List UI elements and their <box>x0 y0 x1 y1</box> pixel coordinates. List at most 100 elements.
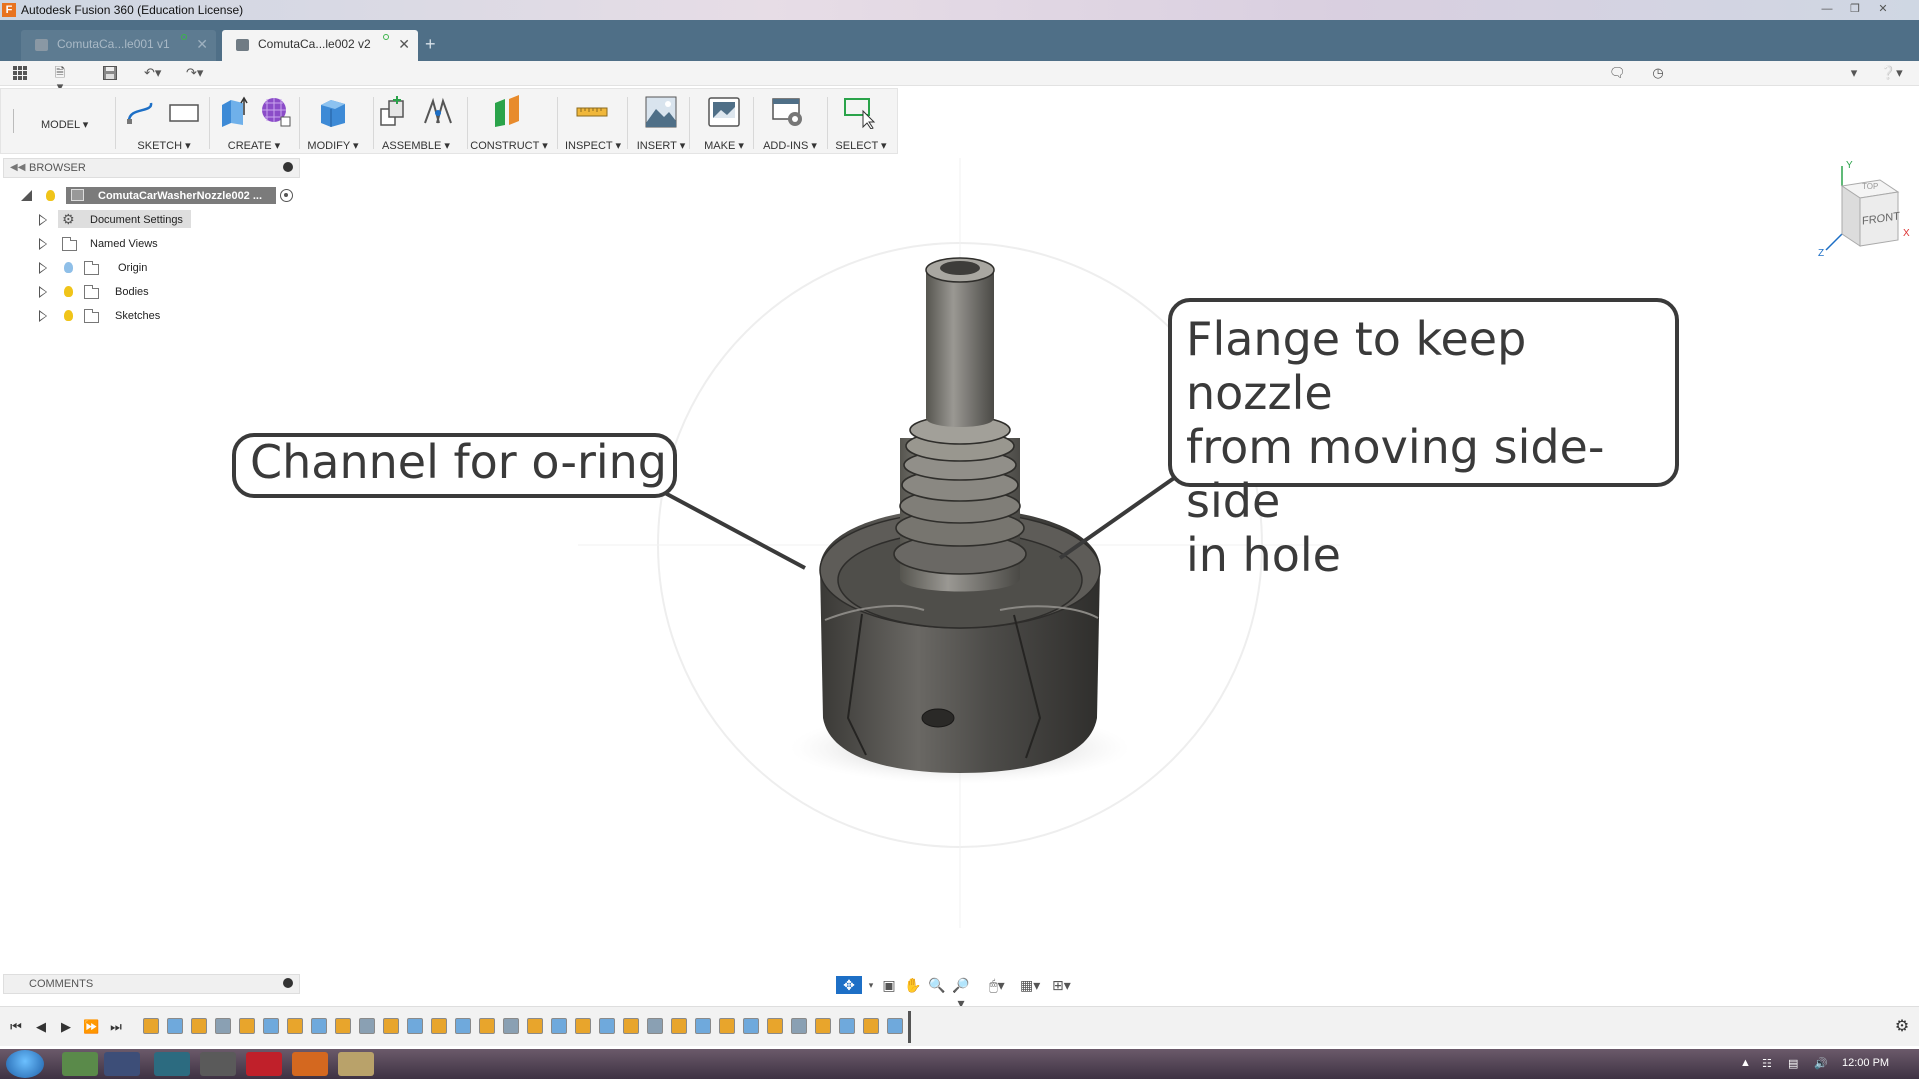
timeline-feature-icon[interactable] <box>527 1018 543 1034</box>
close-window-icon[interactable]: ✕ <box>1874 2 1892 16</box>
undo-icon[interactable]: ↶▾ <box>144 66 161 80</box>
view-cube[interactable]: FRONT TOP Y X Z <box>1810 158 1915 263</box>
play-icon[interactable]: ▶ <box>58 1019 74 1035</box>
offset-plane-icon[interactable] <box>491 95 525 129</box>
timeline-feature-icon[interactable] <box>551 1018 567 1034</box>
ribbon-group-modify[interactable]: MODIFY ▾ <box>298 139 368 152</box>
go-to-end-icon[interactable]: ⏭ <box>108 1019 124 1035</box>
tray-volume-icon[interactable]: 🔊 <box>1814 1057 1828 1070</box>
visibility-bulb-icon[interactable] <box>46 190 55 201</box>
timeline-feature-icon[interactable] <box>215 1018 231 1034</box>
visibility-bulb-icon[interactable] <box>64 286 73 297</box>
ribbon-group-insert[interactable]: INSERT ▾ <box>628 139 694 152</box>
model-render[interactable] <box>300 158 1919 958</box>
canvas-viewport[interactable]: Channel for o-ring Flange to keep nozzle… <box>232 158 1919 958</box>
measure-icon[interactable] <box>575 95 609 129</box>
expanded-triangle-icon[interactable] <box>21 190 32 201</box>
timeline-feature-icon[interactable] <box>191 1018 207 1034</box>
new-component-icon[interactable] <box>377 95 411 129</box>
expand-triangle-icon[interactable] <box>39 262 47 274</box>
look-at-icon[interactable]: ▣ <box>880 976 898 994</box>
pan-hand-icon[interactable]: ✋ <box>904 976 922 994</box>
taskbar-app-arduino[interactable] <box>154 1052 190 1076</box>
comments-panel[interactable]: COMMENTS <box>3 974 300 994</box>
timeline-feature-icon[interactable] <box>335 1018 351 1034</box>
scripts-add-ins-icon[interactable] <box>771 95 805 129</box>
timeline-feature-icon[interactable] <box>407 1018 423 1034</box>
timeline-feature-icon[interactable] <box>887 1018 903 1034</box>
ribbon-group-assemble[interactable]: ASSEMBLE ▾ <box>377 139 455 152</box>
notifications-icon[interactable]: 🗨 <box>1609 66 1626 80</box>
timeline-feature-icon[interactable] <box>431 1018 447 1034</box>
user-menu-chevron-icon[interactable]: ▾ <box>1846 66 1862 80</box>
step-forward-icon[interactable]: ⏩ <box>83 1019 99 1035</box>
timeline-feature-icon[interactable] <box>767 1018 783 1034</box>
timeline-feature-icon[interactable] <box>791 1018 807 1034</box>
timeline-feature-icon[interactable] <box>383 1018 399 1034</box>
timeline-feature-icon[interactable] <box>167 1018 183 1034</box>
joint-icon[interactable] <box>421 95 455 129</box>
timeline-feature-icon[interactable] <box>743 1018 759 1034</box>
expand-triangle-icon[interactable] <box>39 310 47 322</box>
orbit-icon[interactable]: ✥ <box>836 976 862 994</box>
visibility-bulb-icon[interactable] <box>64 262 73 273</box>
tray-show-hidden-icon[interactable]: ▲ <box>1740 1057 1751 1069</box>
timeline-feature-icon[interactable] <box>287 1018 303 1034</box>
taskbar-app-explorer[interactable] <box>338 1052 374 1076</box>
expand-triangle-icon[interactable] <box>39 214 47 226</box>
viewports-icon[interactable]: ⊞▾ <box>1052 976 1071 994</box>
tab-document-2[interactable]: ComutaCa...le002 v2 ✕ <box>222 30 418 61</box>
taskbar-app-fusion[interactable] <box>292 1052 328 1076</box>
orbit-dropdown-icon[interactable]: ▾ <box>862 976 880 994</box>
job-status-clock-icon[interactable]: ◷ <box>1650 66 1666 80</box>
go-to-start-icon[interactable]: ⏮ <box>8 1019 24 1035</box>
browser-item-named-views[interactable]: Named Views <box>0 233 300 255</box>
browser-item-document-settings[interactable]: ⚙ Document Settings <box>0 209 300 231</box>
data-panel-grid-icon[interactable] <box>12 66 28 80</box>
timeline-feature-icon[interactable] <box>815 1018 831 1034</box>
ribbon-group-sketch[interactable]: SKETCH ▾ <box>129 139 199 152</box>
display-settings-icon[interactable]: 🖱▾ <box>988 976 1006 994</box>
press-pull-icon[interactable] <box>317 95 351 129</box>
expand-triangle-icon[interactable] <box>39 238 47 250</box>
ribbon-group-select[interactable]: SELECT ▾ <box>826 139 896 152</box>
taskbar-app-vivaldi[interactable] <box>246 1052 282 1076</box>
timeline-feature-icon[interactable] <box>695 1018 711 1034</box>
browser-options-icon[interactable] <box>283 162 293 172</box>
fit-icon[interactable]: 🔎▾ <box>952 976 970 1011</box>
taskbar-app-minecraft[interactable] <box>62 1052 98 1076</box>
timeline-feature-icon[interactable] <box>311 1018 327 1034</box>
start-button[interactable] <box>6 1050 44 1078</box>
ribbon-group-construct[interactable]: CONSTRUCT ▾ <box>469 139 549 152</box>
timeline-feature-icon[interactable] <box>599 1018 615 1034</box>
close-tab-icon[interactable]: ✕ <box>196 30 208 59</box>
select-window-icon[interactable] <box>843 95 877 130</box>
timeline-feature-icon[interactable] <box>671 1018 687 1034</box>
timeline-feature-icon[interactable] <box>863 1018 879 1034</box>
extrude-icon[interactable] <box>217 95 251 129</box>
file-menu-icon[interactable]: 🗎▾ <box>52 66 68 94</box>
close-tab-icon[interactable]: ✕ <box>398 30 410 59</box>
timeline-feature-icon[interactable] <box>359 1018 375 1034</box>
sketch-rectangle-icon[interactable] <box>167 95 201 129</box>
browser-root-node[interactable]: ComutaCarWasherNozzle002 ... <box>0 185 300 207</box>
browser-item-sketches[interactable]: Sketches <box>0 305 300 327</box>
help-icon[interactable]: ❔▾ <box>1880 66 1903 80</box>
tray-clock[interactable]: 12:00 PM <box>1842 1057 1889 1069</box>
collapse-browser-icon[interactable]: ◀◀ <box>10 162 25 173</box>
tray-signal-icon[interactable]: ▤ <box>1788 1057 1798 1070</box>
ribbon-group-inspect[interactable]: INSPECT ▾ <box>558 139 628 152</box>
new-tab-button[interactable]: + <box>425 34 436 55</box>
expand-triangle-icon[interactable] <box>39 286 47 298</box>
timeline-feature-icon[interactable] <box>503 1018 519 1034</box>
grid-settings-icon[interactable]: ▦▾ <box>1020 976 1040 994</box>
browser-item-origin[interactable]: Origin <box>0 257 300 279</box>
create-form-icon[interactable] <box>259 95 293 129</box>
ribbon-group-create[interactable]: CREATE ▾ <box>219 139 289 152</box>
restore-icon[interactable]: ❐ <box>1846 2 1864 16</box>
create-sketch-icon[interactable] <box>125 95 159 129</box>
taskbar-app-calculator[interactable] <box>200 1052 236 1076</box>
taskbar-app-word[interactable] <box>104 1052 140 1076</box>
ribbon-group-make[interactable]: MAKE ▾ <box>691 139 757 152</box>
timeline-feature-icon[interactable] <box>263 1018 279 1034</box>
